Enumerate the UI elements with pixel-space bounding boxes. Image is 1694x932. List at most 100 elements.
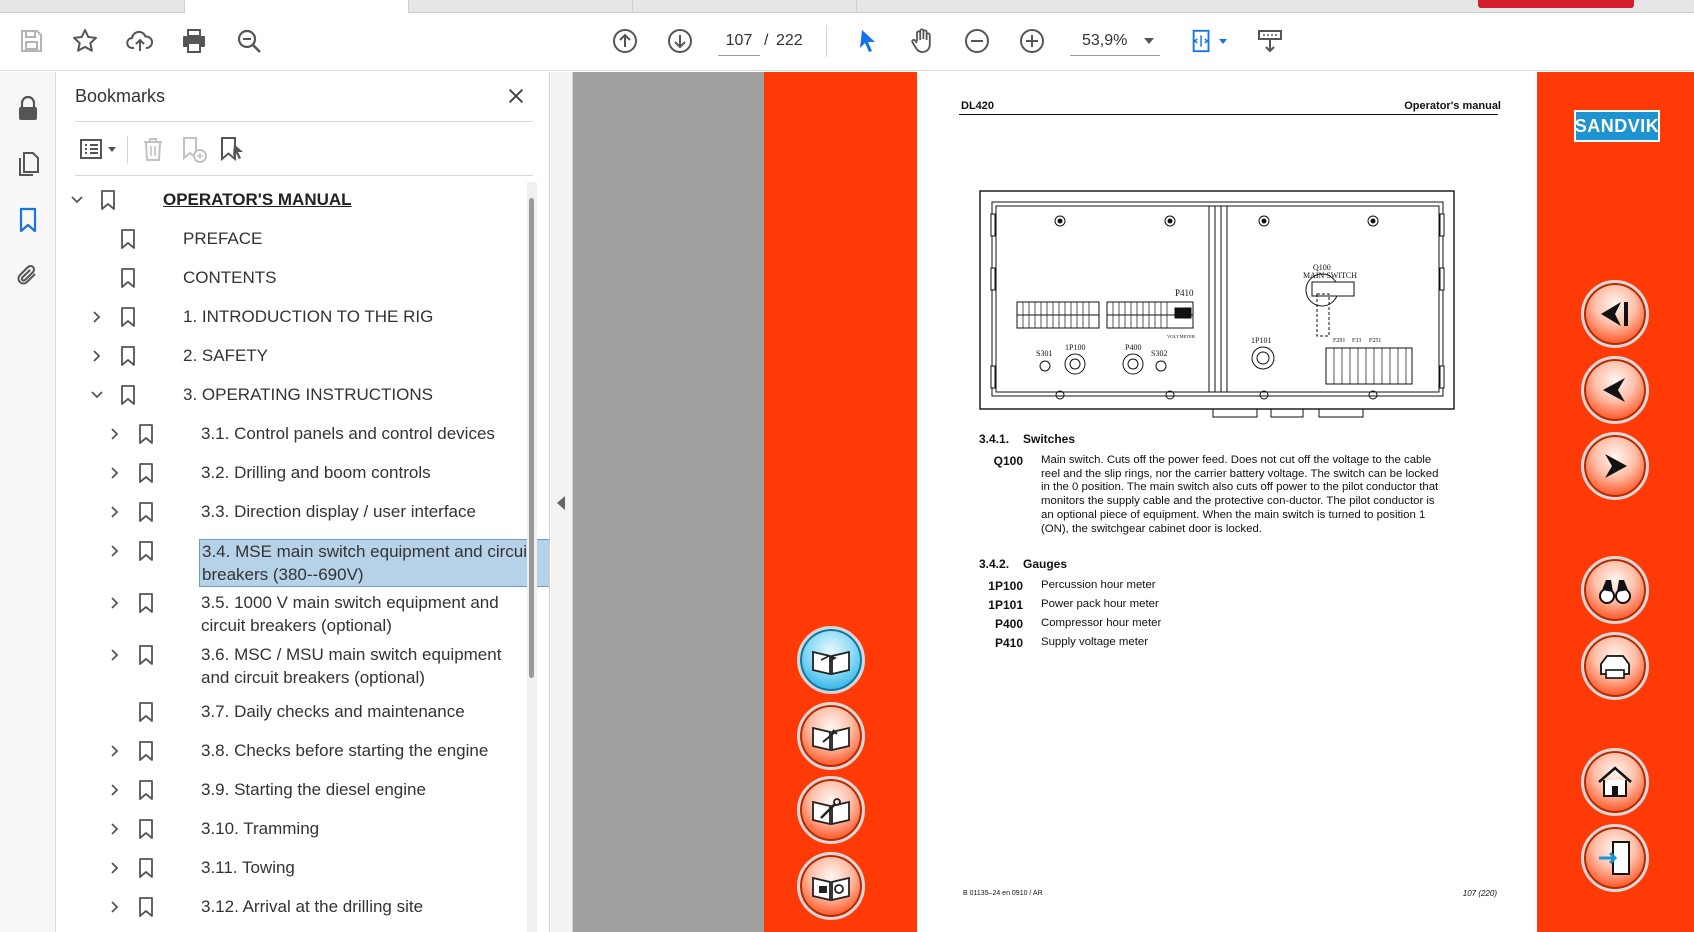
bookmark-label[interactable]: 3.12. Arrival at the drilling site bbox=[201, 895, 531, 918]
chevron-right-icon[interactable] bbox=[106, 646, 124, 664]
bookmark-tree: OPERATOR'S MANUAL PREFACE CONTENTS 1. INTRO… bbox=[57, 182, 549, 932]
tab-active-document[interactable] bbox=[185, 0, 409, 13]
save-button[interactable] bbox=[13, 23, 49, 59]
bookmark-options-button[interactable] bbox=[74, 130, 120, 168]
upload-cloud-button[interactable] bbox=[122, 23, 158, 59]
select-tool-button[interactable] bbox=[850, 23, 886, 59]
exit-nav-button[interactable] bbox=[1581, 824, 1649, 892]
bookmark-label[interactable]: OPERATOR'S MANUAL bbox=[163, 188, 493, 211]
panel-collapse-handle[interactable] bbox=[551, 72, 573, 932]
bookmark-label[interactable]: 3.5. 1000 V main switch equipment and ci… bbox=[201, 591, 531, 637]
chevron-right-icon[interactable] bbox=[106, 464, 124, 482]
find-button[interactable] bbox=[231, 23, 267, 59]
parts-manual-nav-button[interactable] bbox=[797, 852, 865, 920]
chevron-right-icon[interactable] bbox=[106, 820, 124, 838]
page-thumbnails-button[interactable] bbox=[10, 146, 46, 182]
zoom-in-button[interactable] bbox=[1014, 23, 1050, 59]
zoom-out-button[interactable] bbox=[959, 23, 995, 59]
previous-page-button[interactable] bbox=[607, 23, 643, 59]
trash-icon bbox=[144, 138, 162, 161]
hand-tool-button[interactable] bbox=[904, 23, 940, 59]
trial-button[interactable] bbox=[1478, 0, 1634, 8]
bookmark-label[interactable]: 3.4. MSE main switch equipment and circu… bbox=[199, 539, 549, 587]
bookmark-label[interactable]: 3.1. Control panels and control devices bbox=[201, 422, 531, 445]
print-button[interactable] bbox=[176, 23, 212, 59]
chevron-right-icon[interactable] bbox=[106, 594, 124, 612]
document-viewport[interactable]: DL420 Operator's manual Q100 MAIN SWITCH… bbox=[573, 72, 1694, 932]
fit-page-caret-icon bbox=[1219, 38, 1227, 44]
new-bookmark-button[interactable] bbox=[175, 130, 211, 168]
close-icon bbox=[508, 88, 524, 104]
arrow-up-circle-icon bbox=[613, 29, 637, 53]
panel-divider bbox=[75, 121, 533, 122]
chevron-right-icon[interactable] bbox=[106, 542, 124, 560]
pages-icon bbox=[19, 152, 39, 176]
switchgear-cabinet-drawing: Q100 MAIN SWITCH P410 VOLT METER S301 1P… bbox=[979, 190, 1455, 418]
previous-page-nav-button[interactable] bbox=[1581, 356, 1649, 424]
scroll-mode-button[interactable] bbox=[1252, 23, 1288, 59]
tab-document-3[interactable] bbox=[633, 0, 857, 13]
footer-page-number: 107 (220) bbox=[1462, 889, 1497, 898]
chevron-down-icon bbox=[1144, 38, 1154, 44]
print-nav-button[interactable] bbox=[1581, 632, 1649, 700]
chevron-right-icon[interactable] bbox=[106, 425, 124, 443]
chevron-right-icon[interactable] bbox=[106, 503, 124, 521]
maintenance-manual-nav-button[interactable] bbox=[797, 702, 865, 770]
home-nav-button[interactable] bbox=[1581, 748, 1649, 816]
chevron-down-icon[interactable] bbox=[88, 386, 106, 404]
bookmark-label[interactable]: 3.6. MSC / MSU main switch equipment and… bbox=[201, 643, 531, 689]
chevron-right-icon[interactable] bbox=[106, 859, 124, 877]
service-manual-nav-button[interactable] bbox=[797, 776, 865, 844]
bookmark-label[interactable]: CONTENTS bbox=[183, 266, 513, 289]
gauge-description: Compressor hour meter bbox=[1041, 617, 1162, 629]
manual-tool-icon bbox=[812, 726, 850, 752]
chevron-right-icon[interactable] bbox=[106, 781, 124, 799]
star-icon bbox=[73, 29, 97, 52]
bookmark-label[interactable]: 3. OPERATING INSTRUCTIONS bbox=[183, 383, 513, 406]
chevron-right-icon[interactable] bbox=[88, 347, 106, 365]
fit-page-button[interactable] bbox=[1184, 23, 1232, 59]
bookmark-label[interactable]: 3.3. Direction display / user interface bbox=[201, 500, 531, 523]
plus-circle-icon bbox=[1020, 29, 1044, 53]
bookmark-label[interactable]: 3.8. Checks before starting the engine bbox=[201, 739, 531, 762]
gauge-code: P400 bbox=[994, 617, 1023, 631]
options-list-icon bbox=[80, 139, 102, 159]
chevron-right-icon[interactable] bbox=[88, 308, 106, 326]
page-number-input[interactable] bbox=[718, 26, 760, 56]
delete-bookmark-button[interactable] bbox=[135, 130, 171, 168]
bookmark-label[interactable]: PREFACE bbox=[183, 227, 513, 250]
first-page-button[interactable] bbox=[1581, 280, 1649, 348]
close-panel-button[interactable] bbox=[502, 82, 530, 110]
tab-document-2[interactable] bbox=[409, 0, 633, 13]
bookmarks-panel-button[interactable] bbox=[10, 202, 46, 238]
bookmark-label[interactable]: 3.11. Towing bbox=[201, 856, 531, 879]
bookmark-scrollbar-thumb[interactable] bbox=[529, 198, 534, 678]
search-nav-button[interactable] bbox=[1581, 556, 1649, 624]
bookmark-label[interactable]: 3.7. Daily checks and maintenance bbox=[201, 700, 531, 723]
attachments-panel-button[interactable] bbox=[10, 258, 46, 294]
bookmark-label[interactable]: 3.10. Tramming bbox=[201, 817, 531, 840]
chevron-down-icon[interactable] bbox=[68, 191, 86, 209]
bookmark-label[interactable]: 2. SAFETY bbox=[183, 344, 513, 367]
tab-home[interactable] bbox=[0, 0, 185, 13]
printer-icon bbox=[1600, 655, 1630, 679]
main-toolbar: / 222 53,9% bbox=[0, 13, 1694, 71]
left-navigation-rail bbox=[0, 72, 56, 932]
bookmark-label[interactable]: 3.2. Drilling and boom controls bbox=[201, 461, 531, 484]
security-panel-button[interactable] bbox=[10, 90, 46, 126]
bookmark-icon bbox=[137, 818, 155, 840]
bookmark-icon bbox=[137, 896, 155, 918]
chevron-right-icon[interactable] bbox=[106, 898, 124, 916]
next-page-nav-button[interactable] bbox=[1581, 432, 1649, 500]
operator-manual-nav-button[interactable] bbox=[797, 626, 865, 694]
manual-hand-icon bbox=[812, 650, 850, 676]
find-current-bookmark-button[interactable] bbox=[214, 130, 250, 168]
next-page-button[interactable] bbox=[662, 23, 698, 59]
toolbar-divider bbox=[127, 136, 128, 164]
chevron-right-icon[interactable] bbox=[106, 742, 124, 760]
zoom-level-dropdown[interactable]: 53,9% bbox=[1070, 26, 1160, 56]
bookmark-star-button[interactable] bbox=[67, 23, 103, 59]
bookmark-label[interactable]: 3.9. Starting the diesel engine bbox=[201, 778, 531, 801]
bookmark-label[interactable]: 1. INTRODUCTION TO THE RIG bbox=[183, 305, 513, 328]
exit-door-icon bbox=[1599, 841, 1630, 875]
